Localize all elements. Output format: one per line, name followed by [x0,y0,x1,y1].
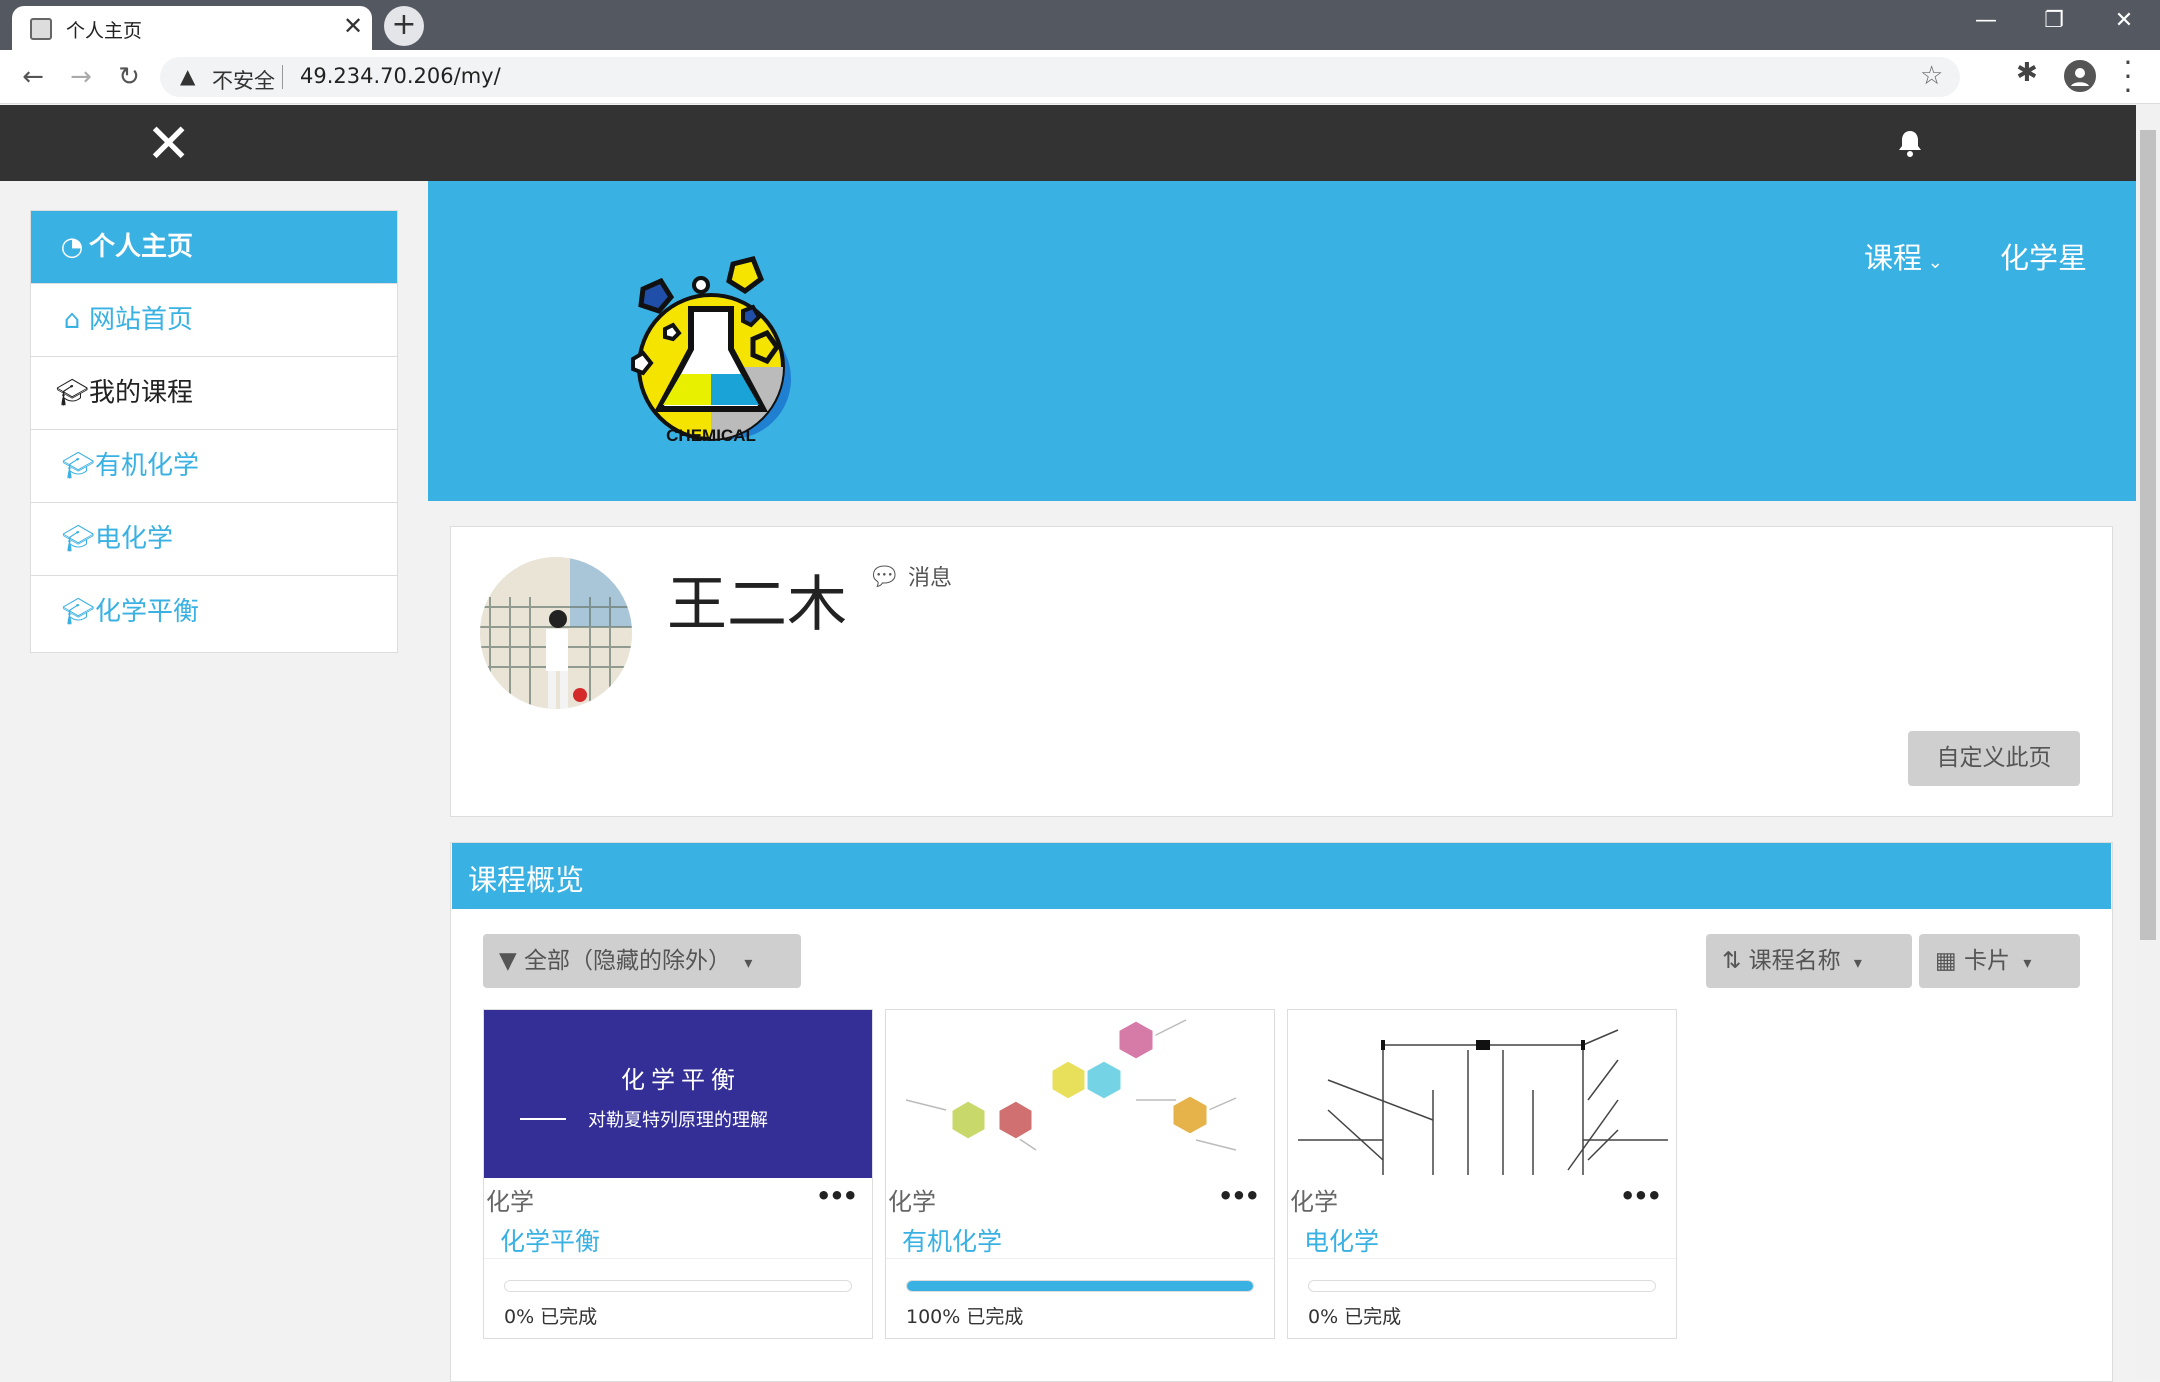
sidebar-item-organic[interactable]: 🎓︎有机化学 [31,430,397,503]
course-image[interactable]: 化 学 平 衡 对勒夏特列原理的理解 [484,1010,872,1178]
graduation-cap-icon: 🎓︎ [61,524,95,554]
new-tab-button[interactable]: + [384,6,424,46]
sidebar-item-label: 化学平衡 [95,597,200,627]
sidebar-item-dashboard[interactable]: ◔ 个人主页 [31,211,397,284]
course-name-link[interactable]: 电化学 [1304,1222,1379,1258]
sidebar-item-label: 电化学 [95,524,174,554]
caret-down-icon: ▾ [2023,953,2032,972]
extensions-icon[interactable]: ✱ [2016,58,2038,88]
menu-courses-label: 课程 [1864,241,1923,275]
course-image[interactable] [1288,1010,1676,1178]
progress-text: 0% 已完成 [1308,1306,1402,1328]
image-dash [520,1118,566,1120]
filter-icon: ▼ [499,948,517,974]
card-divider [886,1258,1274,1259]
bookmark-star-icon[interactable]: ☆ [1920,61,1943,91]
notification-bell-icon[interactable] [1896,128,1924,158]
header-banner: CHEMICAL [428,181,2136,501]
grid-icon: ▦ [1935,948,1957,974]
tab-title: 个人主页 [66,20,143,42]
omnibox-divider [282,65,283,89]
sidebar-item-equilibrium[interactable]: 🎓︎化学平衡 [31,576,397,649]
chemical-logo: CHEMICAL [631,256,791,445]
favicon-icon [30,18,52,40]
course-category: 化学 [888,1188,936,1216]
message-label: 消息 [908,566,953,591]
progress-text: 100% 已完成 [906,1306,1024,1328]
more-options-icon[interactable]: ••• [1218,1182,1260,1210]
progress-bar [1308,1280,1656,1292]
url-text[interactable]: 49.234.70.206/my/ [300,64,501,88]
sidebar-nav: ◔ 个人主页 ⌂ 网站首页 🎓︎我的课程 🎓︎有机化学 🎓︎电化学 🎓︎化学平衡 [30,210,398,653]
progress-bar [504,1280,852,1292]
sidebar-item-electro[interactable]: 🎓︎电化学 [31,503,397,576]
close-drawer-icon[interactable]: ✕ [146,114,191,174]
sidebar-item-home[interactable]: ⌂ 网站首页 [31,284,397,357]
sort-icon: ⇅ [1722,948,1742,974]
dashboard-icon: ◔ [60,232,84,262]
browser-tab[interactable]: 个人主页 ✕ [12,6,372,50]
tab-close-icon[interactable]: ✕ [338,12,368,40]
course-image[interactable] [886,1010,1274,1178]
minimize-button[interactable]: — [1956,8,2016,38]
filter-label: 全部（隐藏的除外） [524,948,732,974]
sidebar-item-my-courses[interactable]: 🎓︎我的课程 [31,357,397,430]
course-card[interactable]: 化学 ••• 有机化学 100% 已完成 [885,1009,1275,1339]
profile-name: 王二木 [667,570,847,640]
graduation-cap-icon: 🎓︎ [55,378,89,408]
progress-bar [906,1280,1254,1292]
more-options-icon[interactable]: ••• [1620,1182,1662,1210]
course-overview-title: 课程概览 [468,863,585,897]
more-options-icon[interactable]: ••• [816,1182,858,1210]
logo-text: CHEMICAL [666,426,756,445]
comment-icon: 💬︎ [868,562,902,592]
reload-icon[interactable]: ↻ [112,60,146,94]
course-card[interactable]: 化 学 平 衡 对勒夏特列原理的理解 化学 ••• 化学平衡 0% 已完成 [483,1009,873,1339]
scrollbar-thumb[interactable] [2140,130,2156,940]
course-overview-header [452,843,2111,909]
menu-site-link[interactable]: 化学星 [2000,235,2087,277]
address-bar-row: ← → ↻ ▲ 不安全 49.234.70.206/my/ ☆ [0,50,2160,104]
message-link[interactable]: 💬︎ 消息 [868,560,952,592]
course-category: 化学 [486,1188,534,1216]
omnibox[interactable]: ▲ 不安全 49.234.70.206/my/ ☆ [160,57,1960,97]
progress-text: 0% 已完成 [504,1306,598,1328]
caret-down-icon: ▾ [1853,953,1862,972]
sidebar-item-label: 我的课程 [89,378,194,408]
warning-icon[interactable]: ▲ [180,64,195,88]
menu-courses-dropdown[interactable]: 课程 ⌄ [1864,235,1943,277]
profile-avatar-icon[interactable] [2064,60,2096,92]
browser-menu-icon[interactable]: · · · [2118,49,2138,105]
caret-down-icon: ▾ [744,953,753,972]
sidebar-item-label: 个人主页 [89,232,194,262]
view-label: 卡片 [1964,948,2011,974]
avatar[interactable] [480,557,632,709]
course-image-subtitle: 对勒夏特列原理的理解 [588,1110,768,1130]
filter-dropdown[interactable]: ▼ 全部（隐藏的除外） ▾ [483,934,801,988]
top-navbar [0,105,2136,181]
sort-label: 课程名称 [1748,948,1841,974]
course-name-link[interactable]: 化学平衡 [500,1222,600,1258]
back-icon[interactable]: ← [16,60,50,94]
card-divider [1288,1258,1676,1259]
sidebar-item-label: 有机化学 [95,451,200,481]
sidebar-item-label: 网站首页 [89,305,194,335]
security-label[interactable]: 不安全 [212,65,275,95]
card-divider [484,1258,872,1259]
progress-fill [907,1281,1253,1291]
chevron-down-icon: ⌄ [1922,252,1943,273]
graduation-cap-icon: 🎓︎ [61,597,95,627]
window-close-button[interactable]: ✕ [2094,8,2154,38]
customize-page-button[interactable]: 自定义此页 [1908,731,2080,786]
course-category: 化学 [1290,1188,1338,1216]
home-icon: ⌂ [63,305,81,335]
forward-icon[interactable]: → [64,60,98,94]
course-card[interactable]: 化学 ••• 电化学 0% 已完成 [1287,1009,1677,1339]
course-name-link[interactable]: 有机化学 [902,1222,1002,1258]
graduation-cap-icon: 🎓︎ [61,451,95,481]
sort-dropdown[interactable]: ⇅ 课程名称 ▾ [1706,934,1912,988]
course-image-title: 化 学 平 衡 [621,1068,735,1094]
restore-button[interactable]: ❐ [2024,8,2084,38]
view-dropdown[interactable]: ▦ 卡片 ▾ [1919,934,2080,988]
